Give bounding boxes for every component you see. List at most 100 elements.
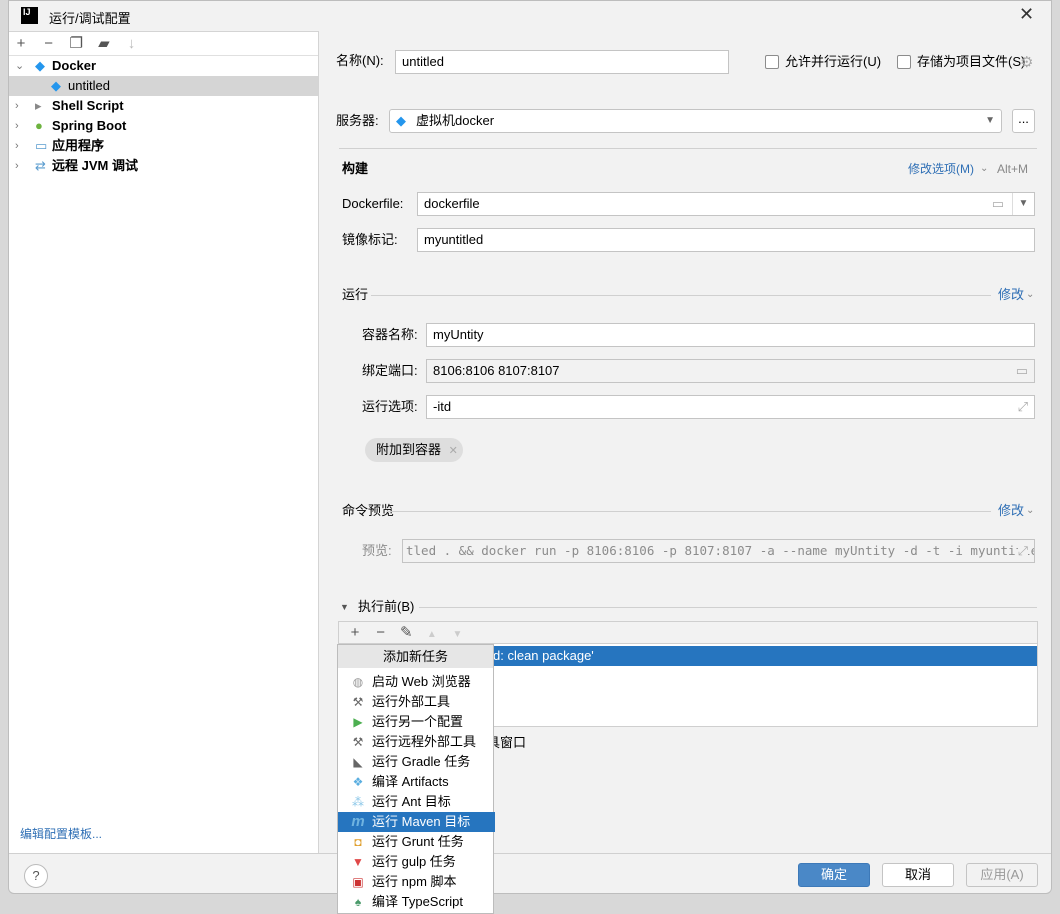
popup-item-label: 运行 npm 脚本 (372, 874, 457, 889)
sort-icon[interactable]: ↓ (124, 34, 140, 54)
popup-item-label: 编译 TypeScript (372, 894, 464, 909)
bind-ports-value: 8106:8106 8107:8107 (433, 363, 560, 378)
preview-value: tled . && docker run -p 8106:8106 -p 810… (406, 543, 1035, 558)
collapse-triangle-icon[interactable]: ▼ (340, 599, 349, 615)
close-icon[interactable]: ✕ (449, 445, 458, 457)
chip-label: 附加到容器 (376, 442, 442, 457)
popup-menu-item[interactable]: ▣ 运行 npm 脚本 (338, 872, 495, 892)
edit-icon[interactable]: ✎ (398, 622, 414, 644)
name-input[interactable]: untitled (395, 50, 729, 74)
attach-container-chip[interactable]: 附加到容器 ✕ (365, 438, 463, 462)
gulp-icon: ▼ (352, 855, 364, 869)
shell-icon: ▸ (35, 98, 42, 113)
globe-icon: ◍ (352, 675, 364, 689)
popup-menu-item[interactable]: ◣ 运行 Gradle 任务 (338, 752, 495, 772)
cmd-modify-link[interactable]: 修改 (998, 503, 1024, 519)
chevron-right-icon[interactable]: › (15, 116, 19, 136)
server-more-button[interactable]: ... (1012, 109, 1035, 133)
tree-item[interactable]: › ▭ 应用程序 (9, 136, 318, 156)
store-checkbox[interactable] (897, 55, 911, 69)
help-button[interactable]: ? (24, 864, 48, 888)
ant-icon: ⁂ (352, 795, 364, 809)
tree-item-label: Spring Boot (52, 118, 127, 133)
dockerfile-value: dockerfile (424, 196, 480, 211)
add-task-popup: 添加新任务 ◍ 启动 Web 浏览器 ⚒ 运行外部工具 ▶ 运行另一个配置 ⚒ 运行远程外部工… (337, 644, 495, 914)
popup-menu-item[interactable]: ❖ 编译 Artifacts (338, 772, 495, 792)
run-modify-link[interactable]: 修改 (998, 287, 1024, 303)
chevron-down-icon[interactable]: ⌄ (15, 56, 24, 76)
tools-icon: ⚒ (352, 735, 364, 749)
preview-label: 预览: (362, 543, 392, 558)
edit-templates-link[interactable]: 编辑配置模板... (20, 825, 102, 842)
popup-menu-item[interactable]: ◍ 启动 Web 浏览器 (338, 672, 495, 692)
tree-item[interactable]: › ● Spring Boot (9, 116, 318, 136)
application-icon: ▭ (35, 138, 48, 153)
left-toolbar: + − ❐ ▰ ↓ (13, 34, 140, 54)
new-folder-icon[interactable]: ▰ (96, 34, 112, 54)
tree-item-label: Shell Script (52, 98, 124, 113)
popup-menu-item[interactable]: ▼ 运行 gulp 任务 (338, 852, 495, 872)
popup-item-label: 运行另一个配置 (372, 714, 464, 729)
config-tree-panel: + − ❐ ▰ ↓ ⌄ ◆ Docker ◆ untitled › ▸ Shell Scrip… (9, 31, 319, 853)
tree-item[interactable]: ◆ untitled (9, 76, 318, 96)
parallel-label: 允许并行运行(U) (785, 54, 882, 69)
popup-menu-item[interactable]: ⁂ 运行 Ant 目标 (338, 792, 495, 812)
folder-icon[interactable]: ▭ (1016, 360, 1028, 382)
before-launch-title: 执行前(B) (358, 599, 415, 614)
run-options-input[interactable]: -itd ⤢ (426, 395, 1035, 419)
expand-icon[interactable]: ⤢ (1017, 540, 1028, 562)
copy-icon[interactable]: ❐ (68, 34, 84, 54)
server-label: 服务器: (336, 113, 379, 128)
modify-shortcut: Alt+M (997, 162, 1029, 176)
popup-menu-item[interactable]: m 运行 Maven 目标 (338, 812, 495, 832)
expand-icon[interactable]: ⤢ (1018, 396, 1028, 418)
ok-button[interactable]: 确定 (798, 863, 870, 887)
window-title: 运行/调试配置 (49, 11, 131, 26)
popup-menu-item[interactable]: ▶ 运行另一个配置 (338, 712, 495, 732)
apply-button[interactable]: 应用(A) (966, 863, 1038, 887)
popup-menu-item[interactable]: ⚒ 运行外部工具 (338, 692, 495, 712)
folder-icon[interactable]: ▭ (992, 193, 1004, 215)
chevron-right-icon[interactable]: › (15, 136, 19, 156)
chevron-right-icon[interactable]: › (15, 96, 19, 116)
dockerfile-input[interactable]: dockerfile ▭ ▼ (417, 192, 1035, 216)
image-tag-input[interactable]: myuntitled (417, 228, 1035, 252)
bind-ports-input[interactable]: 8106:8106 8107:8107 ▭ (426, 359, 1035, 383)
close-icon[interactable]: ✕ (1019, 4, 1034, 25)
container-name-input[interactable]: myUntity (426, 323, 1035, 347)
chevron-right-icon[interactable]: › (15, 156, 19, 176)
popup-item-label: 运行外部工具 (372, 694, 451, 709)
name-label: 名称(N): (336, 53, 384, 68)
remote-jvm-icon: ⇄ (35, 158, 46, 173)
docker-icon: ◆ (35, 58, 45, 73)
remove-icon[interactable]: − (41, 34, 57, 54)
docker-icon: ◆ (396, 113, 406, 128)
popup-menu-item[interactable]: ⚒ 运行远程外部工具 (338, 732, 495, 752)
artifacts-icon: ❖ (352, 775, 364, 789)
popup-menu-item[interactable]: ◘ 运行 Grunt 任务 (338, 832, 495, 852)
preview-field: tled . && docker run -p 8106:8106 -p 810… (402, 539, 1035, 563)
dropdown-arrow-icon[interactable]: ▼ (1012, 193, 1034, 215)
dropdown-arrow-icon: ▼ (985, 115, 995, 126)
tree-item-label: untitled (68, 78, 110, 93)
container-name-label: 容器名称: (362, 327, 418, 342)
parallel-checkbox[interactable] (765, 55, 779, 69)
spring-boot-icon: ● (35, 118, 43, 133)
tree-item[interactable]: › ⇄ 远程 JVM 调试 (9, 156, 318, 176)
popup-item-label: 运行远程外部工具 (372, 734, 477, 749)
gear-icon[interactable]: ⚙ (1020, 53, 1033, 71)
add-icon[interactable]: + (13, 34, 29, 54)
remove-icon[interactable]: − (373, 622, 389, 644)
cancel-button[interactable]: 取消 (882, 863, 954, 887)
tree-item[interactable]: › ▸ Shell Script (9, 96, 318, 116)
modify-options-link[interactable]: 修改选项(M) (908, 161, 974, 177)
run-options-value: -itd (433, 399, 452, 414)
popup-item-label: 运行 gulp 任务 (372, 854, 456, 869)
server-combo[interactable]: ◆ 虚拟机docker ▼ (389, 109, 1002, 133)
popup-item-label: 运行 Ant 目标 (372, 794, 451, 809)
add-icon[interactable]: + (347, 622, 363, 644)
popup-menu-item[interactable]: ♠ 编译 TypeScript (338, 892, 495, 912)
tree-item[interactable]: ⌄ ◆ Docker (9, 56, 318, 76)
popup-item-label: 编译 Artifacts (372, 774, 449, 789)
image-tag-label: 镜像标记: (342, 232, 398, 247)
